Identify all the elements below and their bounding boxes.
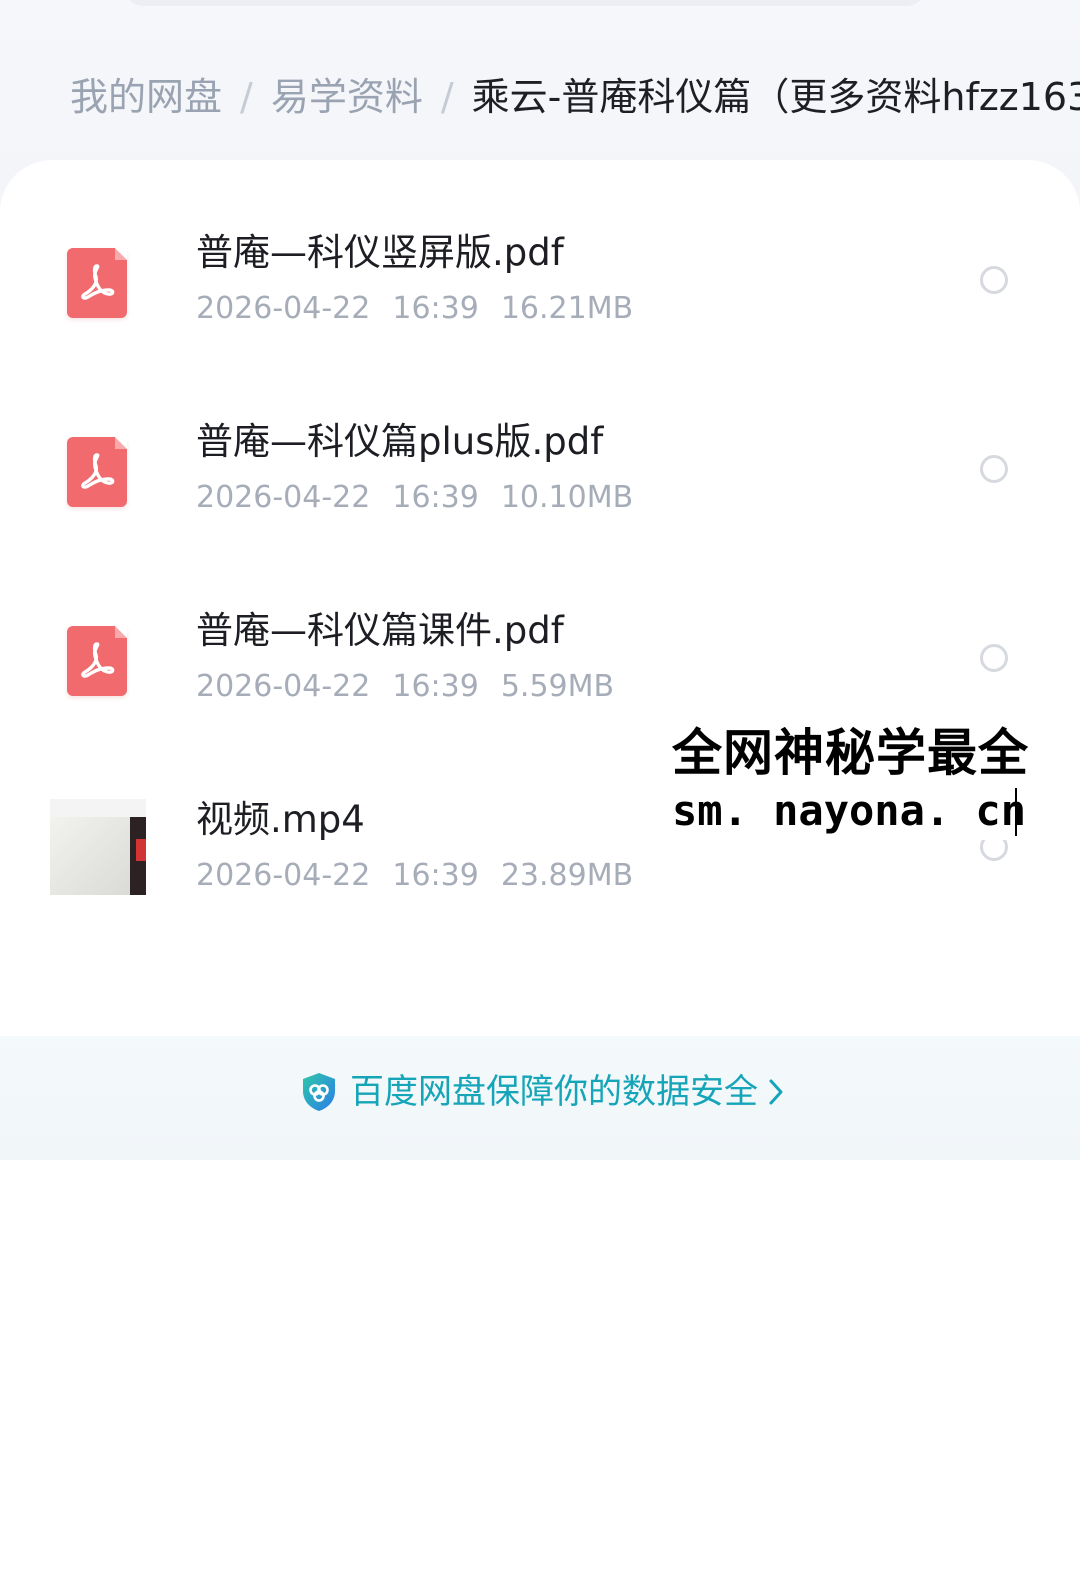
- file-row[interactable]: 普庵—科仪篇课件.pdf 2026-04-22 16:39 5.59MB: [0, 578, 1080, 728]
- file-name: 视频.mp4: [196, 798, 365, 841]
- file-size: 10.10MB: [500, 480, 634, 515]
- select-radio[interactable]: [980, 644, 1008, 672]
- breadcrumb-separator: /: [240, 75, 253, 119]
- file-date: 2026-04-22: [196, 480, 371, 515]
- watermark-title: 全网神秘学最全: [672, 724, 1029, 782]
- file-date: 2026-04-22: [196, 669, 371, 704]
- file-time: 16:39: [392, 480, 479, 515]
- file-row[interactable]: 普庵—科仪竖屏版.pdf 2026-04-22 16:39 16.21MB: [0, 200, 1080, 350]
- watermark-url: sm. nayona. cn: [672, 786, 1027, 835]
- security-link[interactable]: 百度网盘保障你的数据安全: [300, 1067, 784, 1117]
- file-name: 普庵—科仪篇plus版.pdf: [196, 420, 604, 463]
- select-radio[interactable]: [980, 266, 1008, 294]
- shield-icon: [303, 1073, 335, 1111]
- breadcrumb-separator: /: [440, 75, 454, 119]
- search-bar[interactable]: [125, 0, 925, 6]
- file-time: 16:39: [392, 858, 479, 893]
- pdf-icon: [67, 248, 127, 318]
- text-cursor: [1015, 788, 1017, 836]
- file-meta: 2026-04-22 16:39 5.59MB: [196, 669, 614, 705]
- breadcrumb-current-folder: 乘云-普庵科仪篇（更多资料hfzz163: [471, 75, 1080, 119]
- file-date: 2026-04-22: [196, 291, 371, 326]
- video-thumbnail: [50, 799, 146, 895]
- file-meta: 2026-04-22 16:39 23.89MB: [196, 858, 633, 894]
- file-date: 2026-04-22: [196, 858, 371, 893]
- file-list-card: 普庵—科仪竖屏版.pdf 2026-04-22 16:39 16.21MB 普庵—科…: [0, 160, 1080, 1160]
- chevron-right-icon: [769, 1079, 783, 1105]
- file-time: 16:39: [392, 669, 479, 704]
- security-banner: 百度网盘保障你的数据安全: [0, 1036, 1080, 1160]
- file-size: 5.59MB: [500, 669, 615, 704]
- file-name: 普庵—科仪篇课件.pdf: [196, 609, 564, 652]
- file-time: 16:39: [392, 291, 479, 326]
- file-meta: 2026-04-22 16:39 10.10MB: [196, 480, 633, 516]
- pdf-icon: [67, 437, 127, 507]
- breadcrumb-yixue-folder[interactable]: 易学资料: [271, 75, 423, 119]
- watermark-overlay: 全网神秘学最全 sm. nayona. cn: [672, 722, 1080, 840]
- security-text: 百度网盘保障你的数据安全: [350, 1072, 758, 1112]
- file-meta: 2026-04-22 16:39 16.21MB: [196, 291, 633, 327]
- file-size: 16.21MB: [500, 291, 634, 326]
- pdf-icon: [67, 626, 127, 696]
- breadcrumb-my-disk[interactable]: 我的网盘: [70, 75, 222, 119]
- select-radio[interactable]: [980, 455, 1008, 483]
- file-name: 普庵—科仪竖屏版.pdf: [196, 231, 564, 274]
- file-row[interactable]: 普庵—科仪篇plus版.pdf 2026-04-22 16:39 10.10MB: [0, 389, 1080, 539]
- breadcrumb: 我的网盘 / 易学资料 / 乘云-普庵科仪篇（更多资料hfzz163: [70, 72, 1080, 122]
- file-size: 23.89MB: [500, 858, 634, 893]
